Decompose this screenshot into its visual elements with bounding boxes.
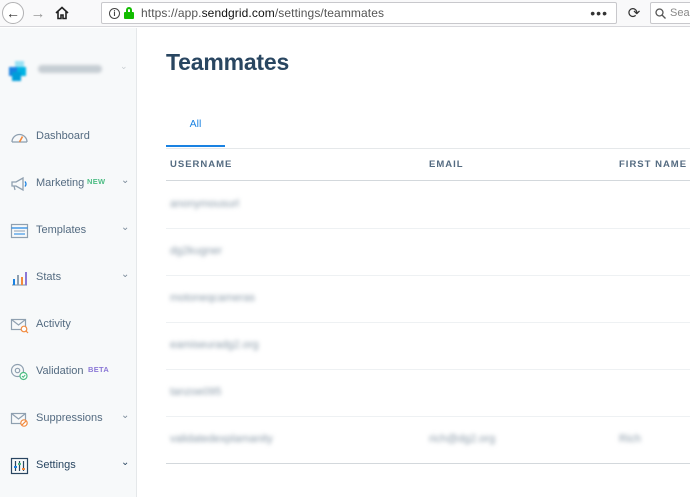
url-text: https://app.sendgrid.com/settings/teamma… xyxy=(141,6,385,20)
cell-username: motoneqcameras xyxy=(170,292,255,304)
sidebar-item-label: Marketing xyxy=(36,177,85,189)
sidebar-item-dashboard[interactable]: Dashboard xyxy=(0,122,137,152)
main-content: Teammates All USERNAME EMAIL FIRST NAME … xyxy=(138,28,690,497)
account-name: fermasergi xyxy=(38,65,102,73)
sidebar-item-label: Dashboard xyxy=(36,130,90,142)
search-icon xyxy=(655,7,666,19)
sidebar-item-label: Validation xyxy=(36,365,84,377)
settings-icon xyxy=(10,457,29,475)
column-header-first-name[interactable]: FIRST NAME xyxy=(619,159,687,170)
search-placeholder: Sea xyxy=(670,7,690,19)
sidebar-item-label: Settings xyxy=(36,459,76,471)
chevron-down-icon: ⌄ xyxy=(121,269,130,280)
cell-username: validatedexplamanity xyxy=(170,433,273,445)
chevron-down-icon: ⌄ xyxy=(121,175,130,186)
browser-toolbar: ← → i https://app.sendgrid.com/settings/… xyxy=(0,0,690,27)
suppressions-icon xyxy=(10,412,28,427)
cell-username: dg2kugner xyxy=(170,245,222,257)
table-row[interactable]: tanzoe095 xyxy=(166,370,690,417)
table-row[interactable]: dg2kugner xyxy=(166,229,690,276)
cell-first-name: Rich xyxy=(619,433,642,445)
sidebar-item-templates[interactable]: Templates ⌄ xyxy=(0,216,137,246)
beta-badge: BETA xyxy=(88,365,110,374)
column-header-username[interactable]: USERNAME xyxy=(170,159,232,170)
sidebar: fermasergi ⌄ Dashboard Marketing NEW ⌄ T… xyxy=(0,28,137,497)
tab-all[interactable]: All xyxy=(166,111,225,147)
sidebar-item-settings[interactable]: Settings ⌄ xyxy=(0,451,137,481)
page-actions-icon[interactable]: ••• xyxy=(590,5,608,21)
new-badge: NEW xyxy=(87,177,106,186)
sidebar-item-marketing[interactable]: Marketing NEW ⌄ xyxy=(0,169,137,199)
page-title: Teammates xyxy=(166,49,290,75)
forward-arrow-icon[interactable]: → xyxy=(29,2,47,24)
sidebar-item-stats[interactable]: Stats ⌄ xyxy=(0,263,137,293)
cell-username: tanzoe095 xyxy=(170,386,222,398)
table-row[interactable]: motoneqcameras xyxy=(166,276,690,323)
sidebar-item-validation[interactable]: Validation BETA xyxy=(0,357,137,387)
activity-icon xyxy=(10,318,29,334)
search-field[interactable]: Sea xyxy=(650,2,690,24)
sendgrid-logo-icon xyxy=(8,61,30,81)
reload-icon[interactable]: ⟳ xyxy=(624,2,644,24)
cell-email: rich@dg2.org xyxy=(429,433,496,445)
stats-icon xyxy=(12,272,27,286)
table-row[interactable]: eamiseuradg2.org xyxy=(166,323,690,370)
sidebar-item-activity[interactable]: Activity xyxy=(0,310,137,340)
validation-icon xyxy=(10,363,28,381)
sidebar-item-label: Activity xyxy=(36,318,71,330)
chevron-down-icon: ⌄ xyxy=(121,457,130,468)
cell-username: eamiseuradg2.org xyxy=(170,339,259,351)
back-arrow-icon[interactable]: ← xyxy=(2,2,24,24)
templates-icon xyxy=(10,223,29,239)
account-switcher[interactable]: fermasergi ⌄ xyxy=(8,58,132,82)
cell-username: anonymousurl xyxy=(170,198,240,210)
sidebar-item-label: Templates xyxy=(36,224,87,236)
table-row[interactable]: anonymousurl xyxy=(166,182,690,229)
column-header-email[interactable]: EMAIL xyxy=(429,159,464,170)
dashboard-icon xyxy=(11,133,28,143)
home-icon[interactable] xyxy=(53,2,71,24)
table-row[interactable]: validatedexplamanity rich@dg2.org Rich xyxy=(166,417,690,464)
sidebar-item-label: Stats xyxy=(36,271,62,283)
tab-bar: All xyxy=(166,111,690,147)
chevron-down-icon[interactable]: ⌄ xyxy=(120,61,128,72)
sidebar-item-label: Suppressions xyxy=(36,412,103,424)
chevron-down-icon: ⌄ xyxy=(121,410,130,421)
table-header: USERNAME EMAIL FIRST NAME xyxy=(166,148,690,181)
address-bar[interactable]: i https://app.sendgrid.com/settings/team… xyxy=(101,2,617,24)
chevron-down-icon: ⌄ xyxy=(121,222,130,233)
lock-icon[interactable] xyxy=(124,7,134,19)
megaphone-icon xyxy=(11,176,27,192)
info-icon[interactable]: i xyxy=(109,7,120,19)
sidebar-item-suppressions[interactable]: Suppressions ⌄ xyxy=(0,404,137,434)
